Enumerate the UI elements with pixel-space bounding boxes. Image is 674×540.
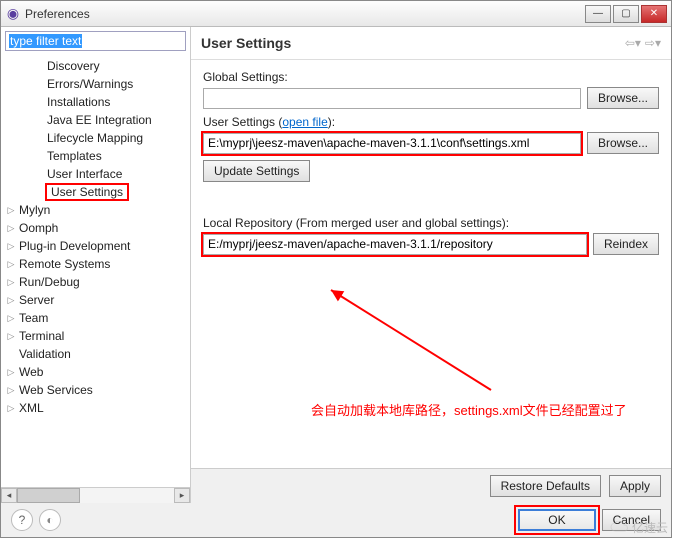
user-settings-input[interactable] xyxy=(203,133,581,154)
tree-item-mylyn[interactable]: ▷Mylyn xyxy=(1,201,190,219)
local-repo-input[interactable] xyxy=(203,234,587,255)
maximize-button[interactable]: ▢ xyxy=(613,5,639,23)
nav-back-icon[interactable]: ⇦▾ xyxy=(625,36,641,50)
filter-text: type filter text xyxy=(9,34,82,48)
ok-button[interactable]: OK xyxy=(518,509,595,531)
local-repo-label: Local Repository (From merged user and g… xyxy=(203,216,659,230)
scroll-thumb[interactable] xyxy=(17,488,80,503)
tree-item-javaee[interactable]: Java EE Integration xyxy=(1,111,190,129)
expand-icon[interactable]: ▷ xyxy=(5,313,17,324)
browse-global-button[interactable]: Browse... xyxy=(587,87,659,109)
dialog-buttonbar: ? ◐ OK Cancel xyxy=(1,503,671,537)
sidebar: type filter text Discovery Errors/Warnin… xyxy=(1,27,191,503)
tree-item-team[interactable]: ▷Team xyxy=(1,309,190,327)
tree-item-oomph[interactable]: ▷Oomph xyxy=(1,219,190,237)
expand-icon[interactable]: ▷ xyxy=(5,385,17,396)
tree-item-remote[interactable]: ▷Remote Systems xyxy=(1,255,190,273)
update-settings-button[interactable]: Update Settings xyxy=(203,160,310,182)
expand-icon[interactable]: ▷ xyxy=(5,295,17,306)
filter-input[interactable]: type filter text xyxy=(5,31,186,51)
tree-item-discovery[interactable]: Discovery xyxy=(1,57,190,75)
browse-user-button[interactable]: Browse... xyxy=(587,132,659,154)
titlebar[interactable]: ◉ Preferences — ▢ ✕ xyxy=(1,1,671,27)
tree-item-validation[interactable]: Validation xyxy=(1,345,190,363)
annotation-arrow-icon xyxy=(321,280,501,400)
tree-item-ui[interactable]: User Interface xyxy=(1,165,190,183)
user-settings-label: User Settings (open file): xyxy=(203,115,659,129)
scroll-right-icon[interactable]: ▸ xyxy=(174,488,190,503)
tree-item-templates[interactable]: Templates xyxy=(1,147,190,165)
tree-item-web[interactable]: ▷Web xyxy=(1,363,190,381)
tree-item-rundebug[interactable]: ▷Run/Debug xyxy=(1,273,190,291)
main-panel: User Settings ⇦▾ ⇨▾ Global Settings: Bro… xyxy=(191,27,671,503)
expand-icon[interactable]: ▷ xyxy=(5,205,17,216)
expand-icon[interactable]: ▷ xyxy=(5,331,17,342)
window-title: Preferences xyxy=(25,7,585,21)
watermark: 亿速云 xyxy=(610,519,668,536)
tree-item-terminal[interactable]: ▷Terminal xyxy=(1,327,190,345)
app-icon: ◉ xyxy=(5,6,21,22)
tree-item-xml[interactable]: ▷XML xyxy=(1,399,190,417)
expand-icon[interactable]: ▷ xyxy=(5,367,17,378)
reindex-button[interactable]: Reindex xyxy=(593,233,659,255)
scroll-track[interactable] xyxy=(17,488,174,503)
expand-icon[interactable]: ▷ xyxy=(5,259,17,270)
global-settings-label: Global Settings: xyxy=(203,70,659,84)
window-buttons: — ▢ ✕ xyxy=(585,5,667,23)
close-button[interactable]: ✕ xyxy=(641,5,667,23)
annotation-text: 会自动加载本地库路径，settings.xml文件已经配置过了 xyxy=(311,400,627,419)
expand-icon[interactable]: ▷ xyxy=(5,223,17,234)
tree-item-plugin-dev[interactable]: ▷Plug-in Development xyxy=(1,237,190,255)
global-settings-input[interactable] xyxy=(203,88,581,109)
page-footer: Restore Defaults Apply xyxy=(191,468,671,503)
apply-button[interactable]: Apply xyxy=(609,475,661,497)
tree[interactable]: Discovery Errors/Warnings Installations … xyxy=(1,55,190,487)
expand-icon[interactable]: ▷ xyxy=(5,277,17,288)
nav-buttons: ⇦▾ ⇨▾ xyxy=(625,36,661,50)
body: type filter text Discovery Errors/Warnin… xyxy=(1,27,671,503)
expand-icon[interactable]: ▷ xyxy=(5,241,17,252)
page-title: User Settings xyxy=(201,35,625,51)
tree-item-webservices[interactable]: ▷Web Services xyxy=(1,381,190,399)
tree-item-server[interactable]: ▷Server xyxy=(1,291,190,309)
nav-fwd-icon[interactable]: ⇨▾ xyxy=(645,36,661,50)
minimize-button[interactable]: — xyxy=(585,5,611,23)
content: Global Settings: Browse... User Settings… xyxy=(191,60,671,468)
sidebar-hscroll[interactable]: ◂ ▸ xyxy=(1,487,190,503)
scroll-left-icon[interactable]: ◂ xyxy=(1,488,17,503)
restore-defaults-button[interactable]: Restore Defaults xyxy=(490,475,601,497)
tree-item-errors[interactable]: Errors/Warnings xyxy=(1,75,190,93)
page-header: User Settings ⇦▾ ⇨▾ xyxy=(191,27,671,60)
tree-item-user-settings[interactable]: User Settings xyxy=(1,183,190,201)
tree-item-lifecycle[interactable]: Lifecycle Mapping xyxy=(1,129,190,147)
workspace-button[interactable]: ◐ xyxy=(39,509,61,531)
expand-icon[interactable]: ▷ xyxy=(5,403,17,414)
tree-item-installations[interactable]: Installations xyxy=(1,93,190,111)
open-file-link[interactable]: open file xyxy=(282,115,327,129)
help-button[interactable]: ? xyxy=(11,509,33,531)
preferences-window: ◉ Preferences — ▢ ✕ type filter text Dis… xyxy=(0,0,672,538)
